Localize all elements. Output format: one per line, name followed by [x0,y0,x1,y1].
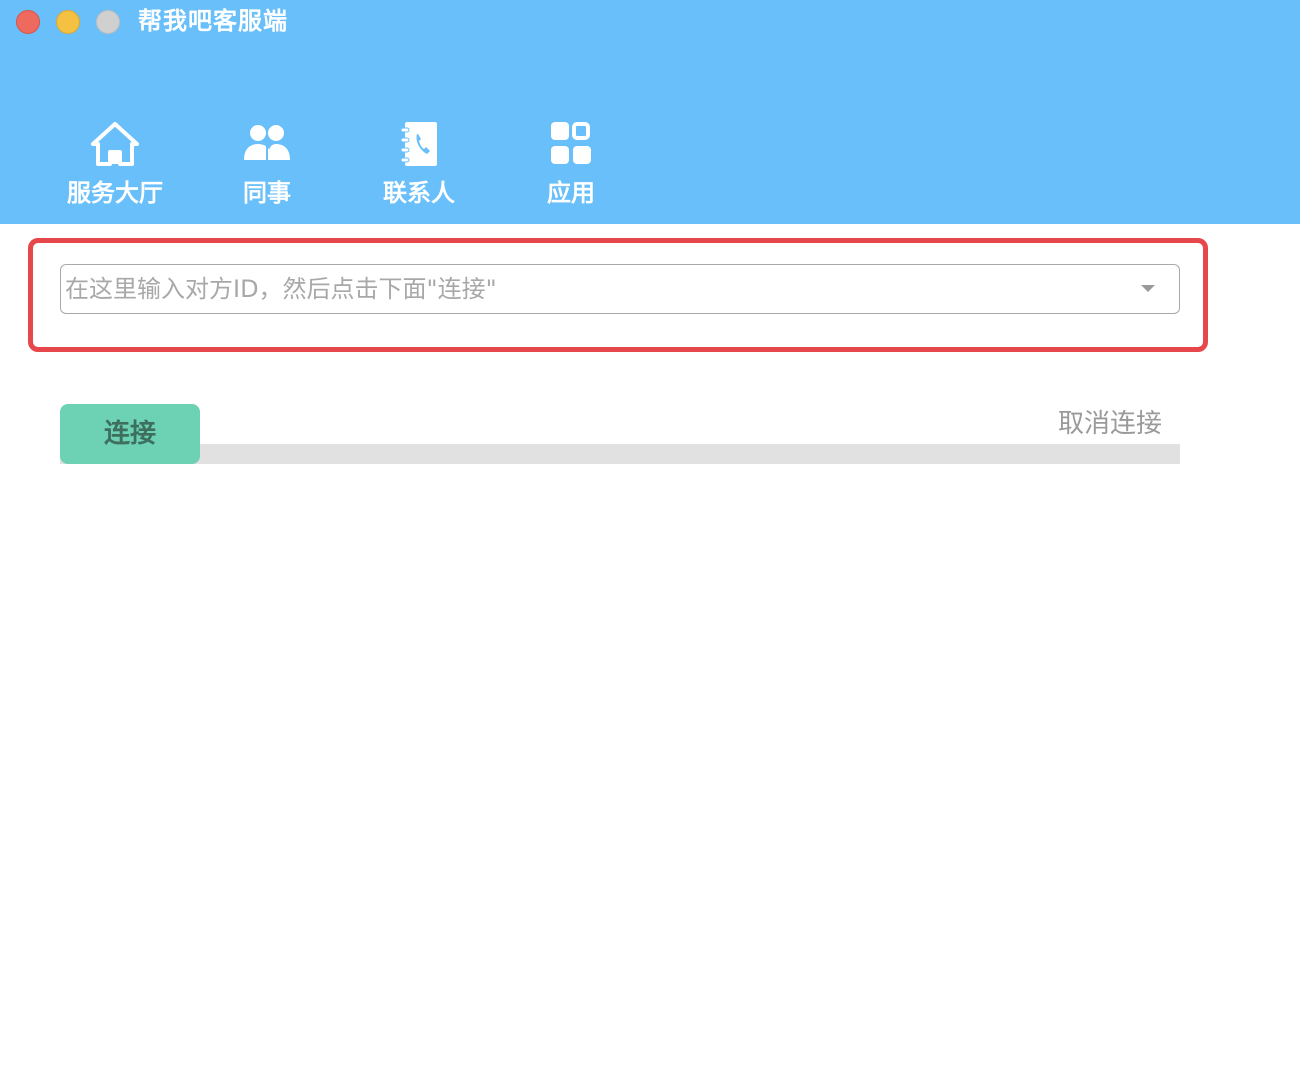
peer-id-combobox[interactable] [60,264,1180,314]
nav-label-service-hall: 服务大厅 [67,179,163,207]
window-close-button[interactable] [16,10,40,34]
peer-id-input[interactable] [63,267,1125,311]
apps-grid-icon [551,122,591,164]
app-header: 帮我吧客服端 服务大厅 同事 联系人 应用 [0,0,1300,224]
window-title: 帮我吧客服端 [138,7,288,35]
nav-item-service-hall[interactable]: 服务大厅 [50,114,180,214]
window-maximize-button[interactable] [96,10,120,34]
nav-item-colleagues[interactable]: 同事 [202,114,332,214]
connection-progress-bar [60,444,1180,464]
cancel-connection-link[interactable]: 取消连接 [1058,404,1162,444]
home-icon [91,122,139,166]
contacts-book-icon [400,122,437,166]
window-minimize-button[interactable] [56,10,80,34]
nav-label-apps: 应用 [547,179,595,207]
dropdown-arrow-icon[interactable] [1141,285,1155,292]
nav-label-contacts: 联系人 [383,179,455,207]
nav-item-apps[interactable]: 应用 [506,114,636,214]
connect-button[interactable]: 连接 [60,404,200,464]
nav-label-colleagues: 同事 [243,179,291,207]
nav-item-contacts[interactable]: 联系人 [354,114,484,214]
colleagues-icon [244,125,290,160]
